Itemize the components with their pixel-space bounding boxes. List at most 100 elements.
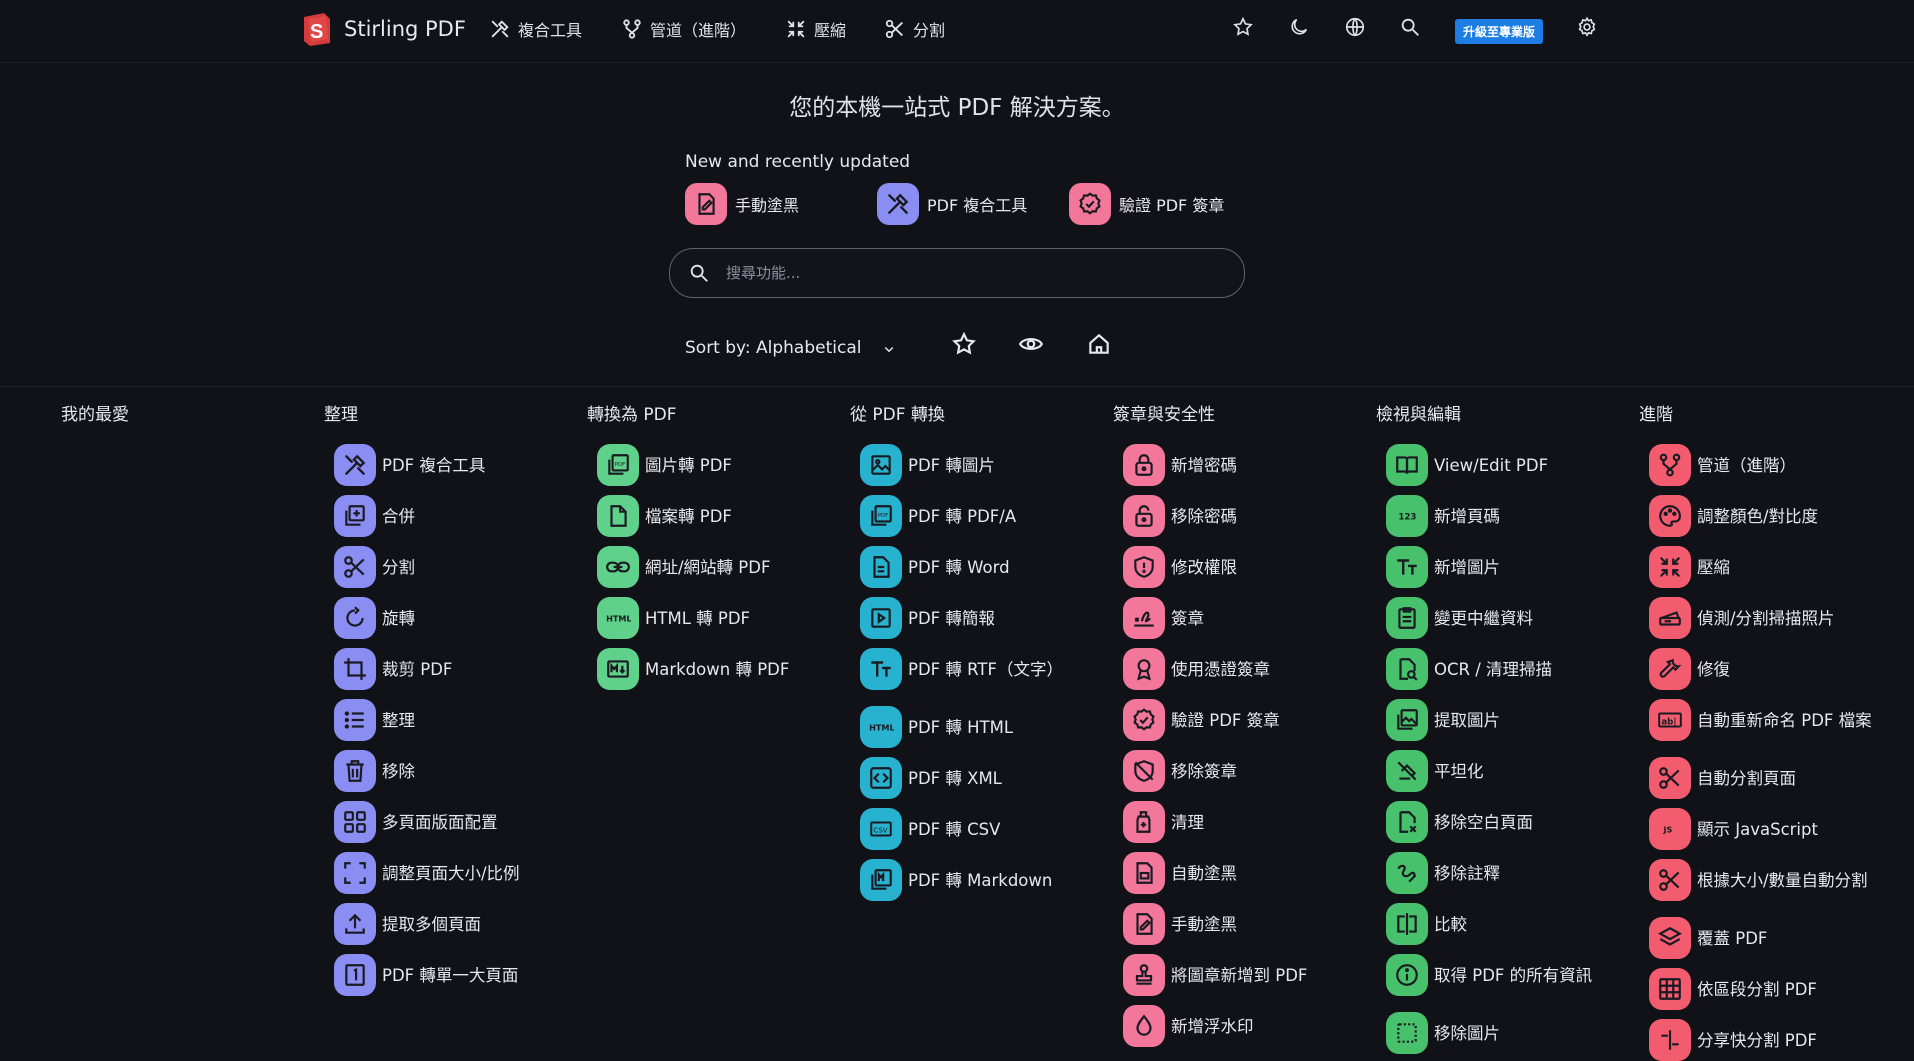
- tool-flatten[interactable]: 平坦化: [1386, 750, 1656, 792]
- tool-pdf-to-csv[interactable]: CSV PDF 轉 CSV: [860, 808, 1130, 850]
- nav-split[interactable]: 分割: [884, 17, 945, 41]
- ocr-icon: [1386, 648, 1428, 690]
- tool-split-by-size[interactable]: 根據大小/數量自動分割: [1649, 859, 1914, 901]
- word-icon: [860, 546, 902, 588]
- tool-view-edit[interactable]: View/Edit PDF: [1386, 444, 1656, 486]
- verify-badge-icon: [1069, 183, 1111, 225]
- tool-add-image[interactable]: 新增圖片: [1386, 546, 1656, 588]
- home-button[interactable]: [1083, 328, 1115, 360]
- nav-multi-tool[interactable]: 複合工具: [489, 17, 582, 41]
- tool-pdf-to-image[interactable]: PDF 轉圖片: [860, 444, 1130, 486]
- tool-label: 提取多個頁面: [382, 914, 481, 934]
- settings-button[interactable]: [1574, 14, 1600, 40]
- tool-adjust-colors[interactable]: 調整顏色/對比度: [1649, 495, 1914, 537]
- tool-repair[interactable]: 修復: [1649, 648, 1914, 690]
- svg-text:ab|: ab|: [1661, 717, 1676, 727]
- tool-change-metadata[interactable]: 變更中繼資料: [1386, 597, 1656, 639]
- tool-manual-redact[interactable]: 手動塗黑: [1123, 903, 1393, 945]
- eye-icon: [1018, 338, 1044, 350]
- tool-pipeline[interactable]: 管道（進階）: [1649, 444, 1914, 486]
- tool-label: 旋轉: [382, 608, 415, 628]
- tool-cert-sign[interactable]: 使用憑證簽章: [1123, 648, 1393, 690]
- tool-get-info[interactable]: 取得 PDF 的所有資訊: [1386, 954, 1656, 996]
- tool-multi-tool[interactable]: PDF 複合工具: [334, 444, 604, 486]
- tool-pdf-to-rtf[interactable]: PDF 轉 RTF（文字）: [860, 648, 1130, 690]
- tool-scanner-split[interactable]: 偵測/分割掃描照片: [1649, 597, 1914, 639]
- tool-merge[interactable]: 合併: [334, 495, 604, 537]
- tool-show-javascript[interactable]: JS 顯示 JavaScript: [1649, 808, 1914, 850]
- tool-pdf-to-pdfa[interactable]: PDF PDF 轉 PDF/A: [860, 495, 1130, 537]
- page-title: 您的本機一站式 PDF 解決方案。: [789, 95, 1125, 121]
- tool-label: PDF 複合工具: [382, 455, 486, 475]
- tool-compress[interactable]: 壓縮: [1649, 546, 1914, 588]
- nav-compress[interactable]: 壓縮: [785, 17, 846, 41]
- tool-single-large-page[interactable]: PDF 轉單一大頁面: [334, 954, 604, 996]
- tool-remove[interactable]: 移除: [334, 750, 604, 792]
- tool-pdf-to-slides[interactable]: PDF 轉簡報: [860, 597, 1130, 639]
- tool-compare[interactable]: 比較: [1386, 903, 1656, 945]
- search-button[interactable]: [1397, 14, 1423, 40]
- tool-sanitize[interactable]: 清理: [1123, 801, 1393, 843]
- tool-multi-page-layout[interactable]: 多頁面版面配置: [334, 801, 604, 843]
- tool-pdf-to-markdown[interactable]: PDF 轉 Markdown: [860, 859, 1130, 901]
- tool-pdf-to-html[interactable]: HTML PDF 轉 HTML: [860, 706, 1130, 748]
- tool-add-watermark[interactable]: 新增浮水印: [1123, 1005, 1393, 1047]
- tool-auto-redact[interactable]: 自動塗黑: [1123, 852, 1393, 894]
- tool-remove-blanks[interactable]: 移除空白頁面: [1386, 801, 1656, 843]
- recent-item-verify-signature[interactable]: 驗證 PDF 簽章: [1069, 183, 1224, 225]
- sort-dropdown[interactable]: Sort by: Alphabetical: [685, 338, 894, 358]
- language-button[interactable]: [1342, 14, 1368, 40]
- tool-label: 新增密碼: [1171, 455, 1237, 475]
- tool-split-more[interactable]: 分享快分割 PDF: [1649, 1019, 1914, 1061]
- tool-split-by-sections[interactable]: 依區段分割 PDF: [1649, 968, 1914, 1010]
- tool-pdf-to-word[interactable]: PDF 轉 Word: [860, 546, 1130, 588]
- tool-verify-signature[interactable]: 驗證 PDF 簽章: [1123, 699, 1393, 741]
- tool-split[interactable]: 分割: [334, 546, 604, 588]
- tool-html-to-pdf[interactable]: HTML HTML 轉 PDF: [597, 597, 867, 639]
- tool-file-to-pdf[interactable]: 檔案轉 PDF: [597, 495, 867, 537]
- tool-markdown-to-pdf[interactable]: Markdown 轉 PDF: [597, 648, 867, 690]
- pipeline-icon: [623, 19, 641, 39]
- tool-add-page-numbers[interactable]: 123 新增頁碼: [1386, 495, 1656, 537]
- theme-toggle-button[interactable]: [1286, 14, 1312, 40]
- tool-label: 分割: [382, 557, 415, 577]
- csv-icon: CSV: [860, 808, 902, 850]
- tool-label: 手動塗黑: [1171, 914, 1237, 934]
- tool-remove-password[interactable]: 移除密碼: [1123, 495, 1393, 537]
- tool-auto-rename[interactable]: ab| 自動重新命名 PDF 檔案: [1649, 699, 1914, 741]
- tool-url-to-pdf[interactable]: 網址/網站轉 PDF: [597, 546, 867, 588]
- search-input[interactable]: [724, 263, 1208, 283]
- verify-badge-icon: [1123, 699, 1165, 741]
- tool-resize[interactable]: 調整頁面大小/比例: [334, 852, 604, 894]
- search-bar[interactable]: [669, 248, 1245, 298]
- upgrade-button[interactable]: 升級至專業版: [1455, 19, 1543, 44]
- tool-overlay-pdf[interactable]: 覆蓋 PDF: [1649, 917, 1914, 959]
- tool-organize[interactable]: 整理: [334, 699, 604, 741]
- tool-extract-pages[interactable]: 提取多個頁面: [334, 903, 604, 945]
- toggle-visibility-button[interactable]: [1015, 328, 1047, 360]
- tool-image-to-pdf[interactable]: PDF 圖片轉 PDF: [597, 444, 867, 486]
- brand[interactable]: S Stirling PDF: [300, 11, 466, 47]
- tool-add-password[interactable]: 新增密碼: [1123, 444, 1393, 486]
- show-favorites-button[interactable]: [948, 328, 980, 360]
- tool-add-stamp[interactable]: 將圖章新增到 PDF: [1123, 954, 1393, 996]
- recent-item-multi-tool[interactable]: PDF 複合工具: [877, 183, 1027, 225]
- recent-item-manual-redact[interactable]: 手動塗黑: [685, 183, 799, 225]
- tool-label: PDF 轉 RTF（文字）: [908, 659, 1063, 679]
- tool-crop[interactable]: 裁剪 PDF: [334, 648, 604, 690]
- tool-remove-image[interactable]: 移除圖片: [1386, 1012, 1656, 1054]
- tool-pdf-to-xml[interactable]: PDF 轉 XML: [860, 757, 1130, 799]
- section-divider: [0, 386, 1914, 387]
- nav-pipeline[interactable]: 管道（進階）: [621, 17, 746, 41]
- tool-remove-annotations[interactable]: 移除註釋: [1386, 852, 1656, 894]
- tool-change-permissions[interactable]: 修改權限: [1123, 546, 1393, 588]
- tool-ocr[interactable]: OCR / 清理掃描: [1386, 648, 1656, 690]
- tool-label: 壓縮: [1697, 557, 1730, 577]
- tool-auto-split-pages[interactable]: 自動分割頁面: [1649, 757, 1914, 799]
- favorites-button[interactable]: [1230, 14, 1256, 40]
- tool-remove-signature[interactable]: 移除簽章: [1123, 750, 1393, 792]
- tool-sign[interactable]: 簽章: [1123, 597, 1393, 639]
- tool-rotate[interactable]: 旋轉: [334, 597, 604, 639]
- tool-label: 檔案轉 PDF: [645, 506, 732, 526]
- tool-extract-images[interactable]: 提取圖片: [1386, 699, 1656, 741]
